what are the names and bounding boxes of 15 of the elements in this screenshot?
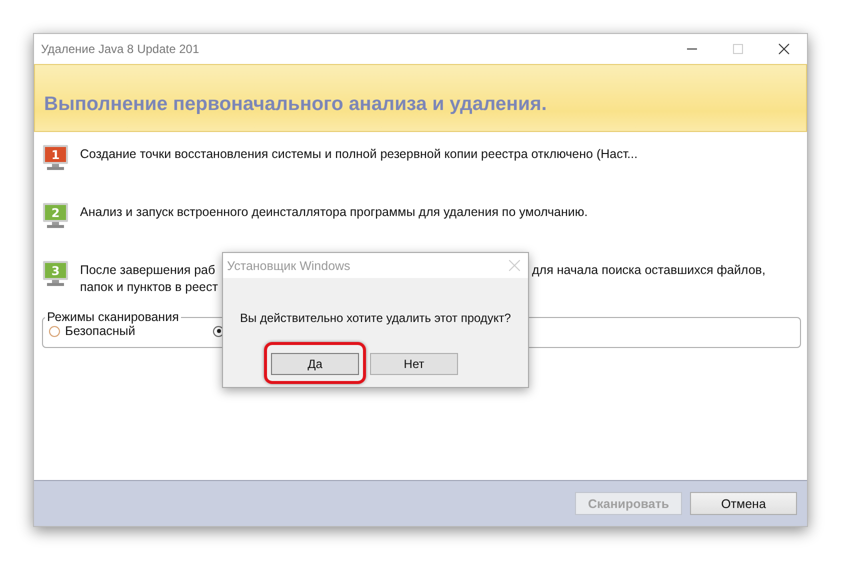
yes-button[interactable]: Да <box>271 353 359 375</box>
radio-button[interactable] <box>49 326 60 336</box>
step-text: После завершения раб <box>80 263 216 277</box>
dialog-message: Вы действительно хотите удалить этот продукт? <box>240 311 511 325</box>
banner-heading: Выполнение первоначального анализа и удаления. <box>44 93 547 116</box>
no-button[interactable]: Нет <box>370 353 458 375</box>
group-label: Режимы сканирования <box>46 310 180 324</box>
step-text: Анализ и запуск встроенного деинсталлятора программы для удаления по умолчанию. <box>80 205 588 219</box>
dialog-title: Установщик Windows <box>227 258 350 272</box>
step-text: Создание точки восстановления системы и полной резервной копии реестра отключено (Наст... <box>80 147 638 161</box>
step-text: для начала поиска оставшихся файлов, <box>532 263 766 277</box>
radio-label: Безопасный <box>65 324 136 338</box>
window-title: Удаление Java 8 Update 201 <box>41 42 200 56</box>
cancel-button[interactable]: Отмена <box>690 492 797 515</box>
step-text: папок и пунктов в реест <box>80 280 218 294</box>
